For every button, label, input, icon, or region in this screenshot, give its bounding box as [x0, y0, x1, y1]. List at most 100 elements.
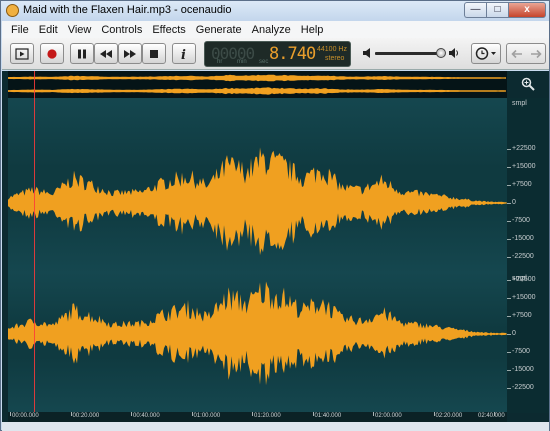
volume-low-icon	[363, 48, 370, 58]
menu-generate[interactable]: Generate	[191, 24, 247, 36]
menu-view[interactable]: View	[63, 24, 97, 36]
scale-tick-label: +15000	[512, 163, 536, 170]
sample-rate-label: 44100 Hz	[317, 46, 347, 53]
playback-cursor[interactable]	[34, 71, 35, 413]
left-channel-wave-path	[8, 147, 506, 256]
ruler-tick-mark	[312, 412, 314, 416]
scale-tick-mark	[507, 239, 511, 240]
ruler-tick-mark	[70, 412, 72, 416]
back-button[interactable]	[507, 44, 526, 63]
scale-tick-mark	[507, 298, 511, 299]
right-channel-waveform	[8, 281, 507, 386]
ruler-tick-label: 02:00.000	[375, 413, 402, 419]
scale-tick-label: -7500	[512, 217, 530, 224]
fast-forward-icon	[124, 49, 136, 58]
scale-tick-label: -22500	[512, 253, 534, 260]
maximize-button[interactable]: □	[486, 2, 508, 18]
stop-button[interactable]	[142, 43, 166, 64]
minimize-button[interactable]: —	[464, 2, 486, 18]
scale-unit-label: smpl	[512, 100, 527, 107]
ruler-tick-mark	[191, 412, 193, 416]
history-nav-group	[506, 43, 546, 64]
scale-tick-mark	[507, 203, 511, 204]
overview-waveform	[8, 74, 506, 95]
scale-tick-label: +22500	[512, 276, 536, 283]
menu-effects[interactable]: Effects	[147, 24, 190, 36]
time-unit-hr: hr	[217, 59, 223, 65]
waveform-editor[interactable]: smpl +22500 +15000 +7500 0 -7500 -15000 -22500 s…	[2, 71, 549, 422]
status-bar	[2, 422, 549, 431]
rewind-icon	[100, 49, 112, 58]
ruler-tick-label: 01:00.000	[193, 413, 221, 419]
play-selection-icon	[15, 47, 29, 60]
scale-tick-label: -15000	[512, 366, 534, 373]
record-button[interactable]	[40, 43, 64, 64]
menu-bar: File Edit View Controls Effects Generate…	[2, 21, 549, 38]
scale-tick-label: -15000	[512, 235, 534, 242]
close-button[interactable]: x	[508, 2, 546, 18]
clock-dropdown-button[interactable]	[471, 43, 501, 64]
info-icon: i	[181, 48, 186, 61]
waveform-overview[interactable]	[8, 71, 507, 98]
play-selection-button[interactable]	[10, 43, 34, 64]
scale-tick-mark	[507, 388, 511, 389]
scale-tick-mark	[507, 316, 511, 317]
scale-tick-mark	[507, 167, 511, 168]
record-icon	[47, 48, 57, 59]
ruler-tick-label: 00:00.000	[12, 413, 39, 419]
menu-analyze[interactable]: Analyze	[247, 24, 296, 36]
time-display-value: 8.740	[269, 44, 316, 64]
channel-left-track[interactable]	[8, 98, 507, 273]
overview-wave-path-0	[8, 74, 506, 82]
overview-wave-path-1	[8, 87, 506, 95]
ruler-tick-label: 00:40.000	[133, 413, 160, 419]
ruler-tick-mark	[373, 412, 374, 416]
ruler-tick-mark	[10, 412, 11, 416]
scale-tick-label: +15000	[512, 294, 536, 301]
menu-file[interactable]: File	[6, 24, 34, 36]
arrow-right-icon	[530, 49, 542, 58]
ruler-tick-label: 00:20.000	[72, 413, 100, 419]
ruler-tick-mark	[131, 412, 132, 416]
scale-tick-mark	[507, 280, 511, 281]
scale-tick-label: 0	[512, 199, 516, 206]
ruler-tick-mark	[433, 412, 435, 416]
title-bar: Maid with the Flaxen Hair.mp3 - ocenaudi…	[1, 1, 549, 21]
scale-tick-mark	[507, 334, 511, 335]
scale-tick-label: -22500	[512, 384, 534, 391]
scale-tick-mark	[507, 352, 511, 353]
zoom-icon[interactable]	[521, 77, 535, 91]
pause-button[interactable]	[70, 43, 94, 64]
ruler-tick-label: 02:20.000	[435, 413, 463, 419]
menu-help[interactable]: Help	[296, 24, 329, 36]
fast-forward-button[interactable]	[118, 43, 142, 64]
channel-right-track[interactable]	[8, 273, 507, 413]
ruler-tick-label: 01:40.000	[314, 413, 342, 419]
ruler-tick-label: 02:40.000	[478, 413, 505, 419]
menu-controls[interactable]: Controls	[96, 24, 147, 36]
volume-slider-knob[interactable]	[436, 48, 446, 58]
right-channel-wave-path	[8, 281, 506, 386]
toolbar: i 00000 8.740 hr min sec 44100 Hz stereo	[2, 38, 549, 70]
amplitude-scale: smpl +22500 +15000 +7500 0 -7500 -15000 -22500 s…	[507, 98, 549, 413]
scale-tick-label: +7500	[512, 312, 532, 319]
volume-slider[interactable]	[375, 52, 443, 55]
forward-button[interactable]	[526, 44, 545, 63]
stop-icon	[150, 49, 158, 58]
ruler-tick-label: 01:20.000	[254, 413, 281, 419]
scale-tick-label: -7500	[512, 348, 530, 355]
svg-text:i: i	[181, 48, 186, 61]
time-ruler[interactable]: 00:00.000 00:20.000 00:40.000 01:00.000 01:2…	[8, 412, 507, 422]
time-unit-sec: sec	[259, 59, 269, 65]
scale-tick-label: 0	[512, 330, 516, 337]
scale-tick-label: +22500	[512, 145, 536, 152]
scale-tick-mark	[507, 185, 511, 186]
window-controls: — □ x	[464, 2, 546, 18]
menu-edit[interactable]: Edit	[34, 24, 63, 36]
window-title: Maid with the Flaxen Hair.mp3 - ocenaudi…	[23, 4, 232, 16]
app-window: Maid with the Flaxen Hair.mp3 - ocenaudi…	[0, 0, 550, 431]
info-button[interactable]: i	[172, 43, 196, 64]
rewind-button[interactable]	[94, 43, 118, 64]
time-display: 00000 8.740 hr min sec 44100 Hz stereo	[204, 41, 351, 67]
volume-high-icon	[449, 48, 458, 58]
